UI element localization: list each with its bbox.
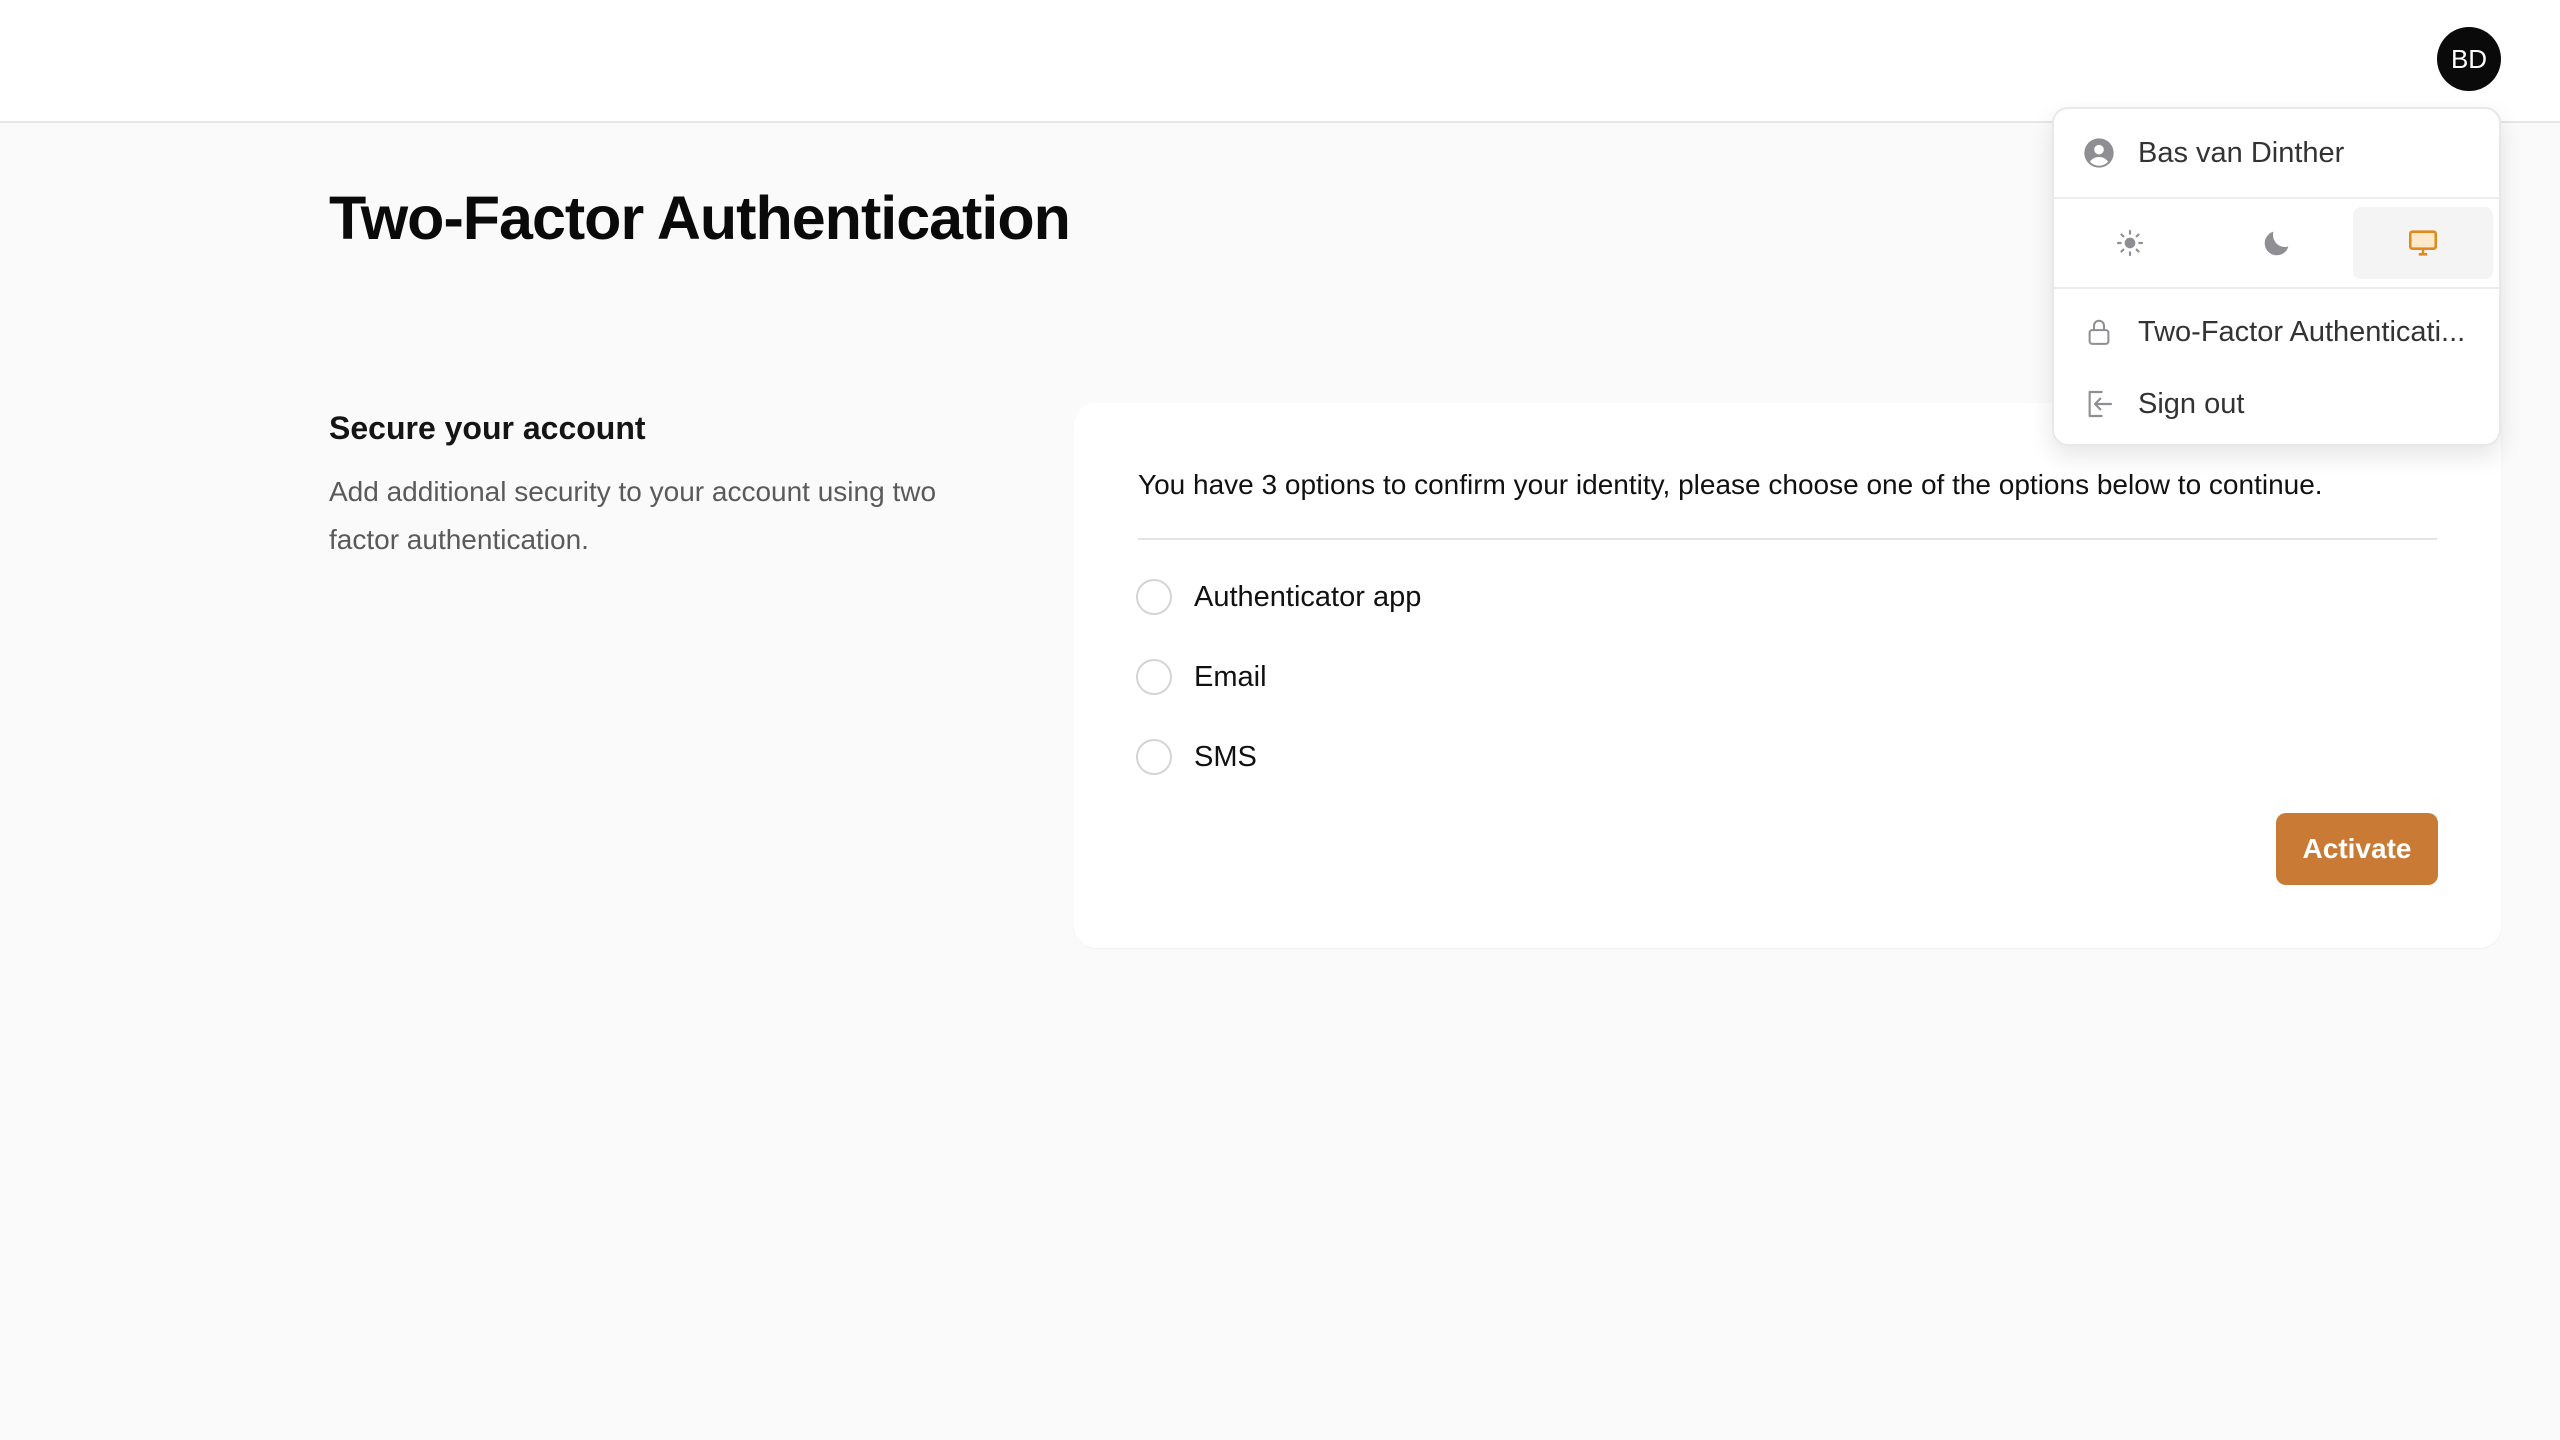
user-circle-icon (2082, 136, 2116, 170)
radio-email[interactable] (1136, 659, 1172, 695)
avatar-initials: BD (2450, 43, 2488, 74)
menu-item-two-factor[interactable]: Two-Factor Authenticati... (2054, 299, 2499, 365)
page-title: Two-Factor Authentication (329, 184, 1071, 252)
menu-item-label: Two-Factor Authenticati... (2138, 315, 2466, 348)
top-bar: BD (0, 0, 2560, 123)
card-divider (1138, 538, 2437, 540)
card-intro-text: You have 3 options to confirm your ident… (1138, 469, 2323, 500)
theme-switcher (2054, 199, 2499, 287)
section-description: Add additional security to your account … (329, 476, 937, 555)
lock-icon (2082, 315, 2116, 349)
option-sms[interactable]: SMS (1136, 737, 1257, 777)
menu-user-row: Bas van Dinther (2054, 109, 2499, 197)
theme-light-button[interactable] (2060, 207, 2200, 279)
user-menu-dropdown: Bas van Dinther Two-Factor Authenticati.… (2052, 107, 2501, 446)
option-label: Email (1194, 660, 1267, 693)
radio-sms[interactable] (1136, 739, 1172, 775)
menu-user-name: Bas van Dinther (2138, 136, 2345, 169)
option-email[interactable]: Email (1136, 657, 1267, 697)
activate-button[interactable]: Activate (2276, 813, 2438, 885)
moon-icon (2260, 226, 2294, 260)
sun-icon (2113, 226, 2147, 260)
two-factor-card: You have 3 options to confirm your ident… (1074, 403, 2501, 948)
menu-divider (2054, 287, 2499, 289)
section-title: Secure your account (329, 410, 646, 446)
theme-system-button[interactable] (2353, 207, 2493, 279)
menu-item-sign-out[interactable]: Sign out (2054, 371, 2499, 437)
radio-authenticator-app[interactable] (1136, 579, 1172, 615)
theme-dark-button[interactable] (2207, 207, 2347, 279)
option-label: Authenticator app (1194, 580, 1422, 613)
user-avatar[interactable]: BD (2437, 27, 2501, 91)
option-label: SMS (1194, 740, 1257, 773)
option-authenticator-app[interactable]: Authenticator app (1136, 577, 1421, 617)
monitor-icon (2406, 226, 2440, 260)
sign-out-icon (2082, 387, 2116, 421)
menu-item-label: Sign out (2138, 387, 2245, 420)
